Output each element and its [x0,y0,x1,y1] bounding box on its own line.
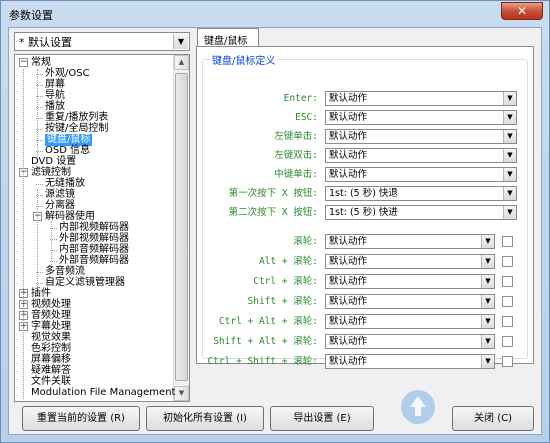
action-select-value: 默认动作 [329,150,368,161]
row-checkbox[interactable] [502,336,513,347]
row-checkbox[interactable] [502,236,513,247]
watermark-logo [401,390,435,424]
action-select-value: 1st: (5 秒) 快退 [329,188,398,199]
chevron-down-icon[interactable]: ▼ [173,34,188,49]
chevron-down-icon[interactable]: ▼ [503,187,516,200]
row-checkbox[interactable] [502,316,513,327]
action-select[interactable]: 默认动作 ▼ [325,354,495,369]
action-select[interactable]: 默认动作 ▼ [325,148,517,163]
preset-select[interactable]: * 默认设置 ▼ [14,32,190,51]
tree-scrollbar[interactable]: ▲ ▼ [173,55,189,401]
chevron-down-icon[interactable]: ▼ [503,206,516,219]
tree-item[interactable]: 自定义滤镜管理器 [45,277,125,289]
settings-tree[interactable]: ▲ ▼ − 常规 外观/OSC 屏幕 导航 播放 重复/播放列表 按键/全局控制 键盘/鼠标 OS… [14,54,190,402]
tree-connector [36,184,43,185]
chevron-down-icon[interactable]: ▼ [481,235,494,248]
chevron-down-icon[interactable]: ▼ [503,149,516,162]
mapping-label: 左键单击: [274,131,318,142]
mapping-label: Shift + Alt + 滚轮: [213,336,318,347]
scroll-up-icon[interactable]: ▲ [174,55,189,70]
tree-item[interactable]: Modulation File Management [31,387,175,399]
mapping-label: 中键单击: [274,169,318,180]
row-checkbox[interactable] [502,356,513,367]
mapping-label: Alt + 滚轮: [258,256,318,267]
chevron-down-icon[interactable]: ▼ [503,130,516,143]
row-checkbox[interactable] [502,296,513,307]
action-select-value: 默认动作 [329,276,368,287]
action-select[interactable]: 默认动作 ▼ [325,254,495,269]
tree-guide-line [51,221,52,265]
chevron-down-icon[interactable]: ▼ [481,275,494,288]
settings-window: 参数设置 ✕ * 默认设置 ▼ ▲ ▼ − 常规 外观/OSC 屏幕 导航 播放 重复/播放… [0,0,550,443]
action-select-value: 默认动作 [329,236,368,247]
action-select[interactable]: 默认动作 ▼ [325,129,517,144]
export-button[interactable]: 导出设置 (E) [270,406,374,431]
tree-guide-line [23,69,24,399]
chevron-down-icon[interactable]: ▼ [503,92,516,105]
action-select[interactable]: 默认动作 ▼ [325,314,495,329]
action-select[interactable]: 1st: (5 秒) 快退 ▼ [325,186,517,201]
group-title: 键盘/鼠标定义 [210,52,278,67]
action-select[interactable]: 默认动作 ▼ [325,294,495,309]
action-select-value: 默认动作 [329,93,368,104]
dialog-client-area: * 默认设置 ▼ ▲ ▼ − 常规 外观/OSC 屏幕 导航 播放 重复/播放列表 按键/全局… [8,27,542,435]
chevron-down-icon[interactable]: ▼ [481,255,494,268]
mapping-label: 第二次按下 X 按钮: [228,207,318,218]
tree-guide-line [37,69,38,157]
chevron-down-icon[interactable]: ▼ [503,168,516,181]
action-select-value: 1st: (5 秒) 快进 [329,207,398,218]
mapping-label: Shift + 滚轮: [247,296,318,307]
mapping-label: 滚轮: [293,236,318,247]
tree-guide-line [37,189,38,289]
tree-collapse-icon[interactable]: − [19,58,28,67]
chevron-down-icon[interactable]: ▼ [481,355,494,368]
action-select[interactable]: 默认动作 ▼ [325,234,495,249]
mapping-label: 左键双击: [274,150,318,161]
mapping-label: Ctrl + Alt + 滚轮: [218,316,318,327]
action-select[interactable]: 1st: (5 秒) 快进 ▼ [325,205,517,220]
action-select[interactable]: 默认动作 ▼ [325,167,517,182]
action-select-value: 默认动作 [329,356,368,367]
mapping-label: ESC: [295,112,318,123]
action-select-value: 默认动作 [329,112,368,123]
scrollbar-thumb[interactable] [175,73,188,381]
action-select[interactable]: 默认动作 ▼ [325,110,517,125]
mapping-label: 第一次按下 X 按钮: [228,188,318,199]
scroll-down-icon[interactable]: ▼ [174,386,189,401]
preset-select-value: * 默认设置 [19,36,72,49]
row-checkbox[interactable] [502,276,513,287]
mapping-label: Ctrl + 滚轮: [253,276,318,287]
action-select-value: 默认动作 [329,316,368,327]
row-checkbox[interactable] [502,256,513,267]
action-select-value: 默认动作 [329,336,368,347]
tab-panel: 键盘/鼠标定义 Enter: 默认动作 ▼ ESC: 默认动作 ▼ 左键单击: 默认动作 ▼ 左键… [196,46,534,369]
window-title: 参数设置 [9,9,53,22]
init-all-button[interactable]: 初始化所有设置 (I) [146,406,264,431]
action-select[interactable]: 默认动作 ▼ [325,91,517,106]
reset-current-button[interactable]: 重置当前的设置 (R) [22,406,140,431]
tab-keyboard-mouse[interactable]: 键盘/鼠标 [197,28,259,47]
title-bar[interactable]: 参数设置 ✕ [1,1,549,27]
action-select-value: 默认动作 [329,296,368,307]
mapping-label: Ctrl + Shift + 滚轮: [207,356,318,367]
chevron-down-icon[interactable]: ▼ [503,111,516,124]
action-select[interactable]: 默认动作 ▼ [325,274,495,289]
action-select-value: 默认动作 [329,169,368,180]
action-select-value: 默认动作 [329,131,368,142]
mapping-label: Enter: [283,93,318,104]
action-select[interactable]: 默认动作 ▼ [325,334,495,349]
action-select-value: 默认动作 [329,256,368,267]
chevron-down-icon[interactable]: ▼ [481,335,494,348]
chevron-down-icon[interactable]: ▼ [481,295,494,308]
chevron-down-icon[interactable]: ▼ [481,315,494,328]
window-close-button[interactable]: ✕ [501,2,543,20]
